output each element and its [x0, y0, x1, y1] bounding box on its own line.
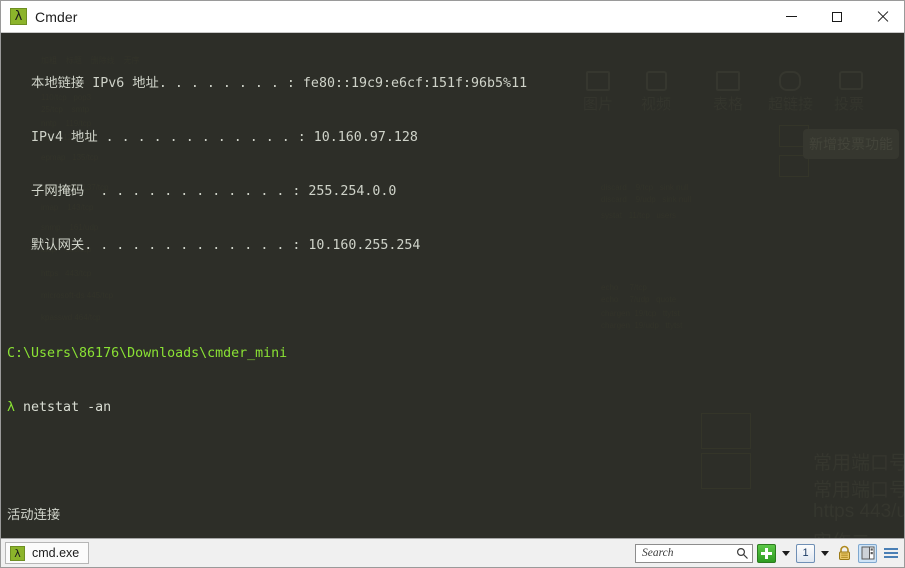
hamburger-menu-icon	[883, 548, 898, 558]
command-entered: netstat -an	[23, 400, 112, 415]
ipconfig-line: IPv4 地址 . . . . . . . . . . . . : 10.160…	[7, 130, 418, 145]
search-box[interactable]	[635, 543, 753, 563]
ipconfig-line: 子网掩码 . . . . . . . . . . . . : 255.254.0…	[7, 184, 397, 199]
section-title: 活动连接	[7, 508, 61, 523]
ipconfig-line: 默认网关. . . . . . . . . . . . . : 10.160.2…	[7, 238, 421, 253]
lambda-icon: λ	[10, 545, 25, 561]
terminal-output: 本地链接 IPv6 地址. . . . . . . . : fe80::19c9…	[1, 33, 904, 538]
status-bar: λ cmd.exe 1	[1, 538, 904, 567]
command-line: λ netstat -an	[7, 399, 904, 417]
new-console-button[interactable]	[757, 543, 776, 563]
ipconfig-line: 本地链接 IPv6 地址. . . . . . . . : fe80::19c9…	[7, 76, 528, 91]
active-console-count: 1	[802, 547, 809, 559]
window-controls	[769, 1, 904, 32]
command-text	[15, 400, 23, 415]
active-console-count-button[interactable]: 1	[796, 543, 815, 563]
lock-button[interactable]	[835, 544, 854, 563]
window-title: Cmder	[35, 8, 78, 25]
panel-view-button[interactable]	[858, 543, 877, 563]
panel-icon	[861, 546, 874, 560]
new-console-dropdown-caret-icon[interactable]	[782, 550, 790, 556]
minimize-button[interactable]	[769, 1, 814, 32]
main-menu-button[interactable]	[881, 544, 900, 563]
title-bar[interactable]: λ Cmder	[1, 1, 904, 33]
tab-label: cmd.exe	[32, 546, 80, 560]
tab-strip: λ cmd.exe	[5, 542, 90, 564]
terminal-surface[interactable]: 图片 视频 表格 超链接 投票 新增投票功能 加粗 标题 删除线 无序 110/…	[1, 33, 904, 538]
status-bar-tools: 1	[635, 543, 900, 563]
maximize-button[interactable]	[814, 1, 859, 32]
minimize-icon	[786, 16, 797, 17]
prompt-path: C:\Users\86176\Downloads\cmder_mini	[7, 346, 288, 361]
maximize-icon	[831, 11, 842, 22]
cmder-window: λ Cmder 图片 视频 表格 超链接 投票 新增投票功能 加粗 标题 删除线…	[0, 0, 905, 568]
lock-icon	[839, 545, 850, 560]
tab-cmd-exe[interactable]: λ cmd.exe	[5, 542, 90, 564]
console-list-dropdown-caret-icon[interactable]	[821, 550, 829, 556]
prompt-symbol: λ	[7, 400, 16, 415]
magnifier-icon[interactable]	[736, 547, 749, 560]
close-icon	[876, 11, 888, 23]
search-input[interactable]	[640, 546, 740, 560]
close-button[interactable]	[859, 1, 904, 32]
lambda-icon: λ	[10, 8, 27, 25]
